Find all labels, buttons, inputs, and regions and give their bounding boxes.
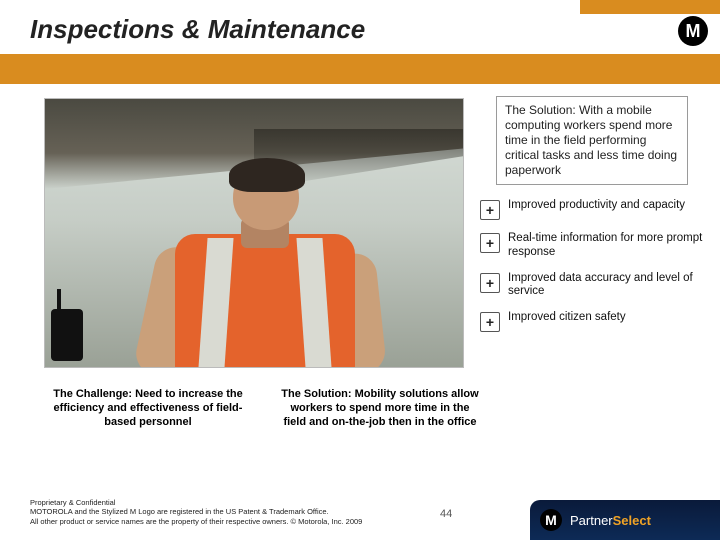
benefit-item: + Real-time information for more prompt … xyxy=(476,226,708,266)
accent-bar xyxy=(580,0,720,14)
plus-icon: + xyxy=(480,233,500,253)
plus-icon: + xyxy=(480,200,500,220)
title-underline xyxy=(0,54,720,84)
benefit-item: + Improved citizen safety xyxy=(476,305,708,338)
plus-icon: + xyxy=(480,312,500,332)
benefit-text: Improved data accuracy and level of serv… xyxy=(508,272,704,300)
slide-footer: Proprietary & Confidential MOTOROLA and … xyxy=(0,478,720,540)
challenge-box: The Challenge: Need to increase the effi… xyxy=(44,386,252,431)
partner-select-text: PartnerSelect xyxy=(570,513,651,528)
legal-line: All other product or service names are t… xyxy=(30,517,362,526)
select-word: Select xyxy=(613,513,651,528)
legal-line: Proprietary & Confidential xyxy=(30,498,362,507)
benefit-text: Real-time information for more prompt re… xyxy=(508,232,704,260)
legal-line: MOTOROLA and the Stylized M Logo are reg… xyxy=(30,507,362,516)
logo-glyph: M xyxy=(545,512,557,528)
bottom-callouts: The Challenge: Need to increase the effi… xyxy=(44,386,484,431)
slide-body: The Solution: With a mobile computing wo… xyxy=(0,92,720,452)
benefit-item: + Improved data accuracy and level of se… xyxy=(476,266,708,306)
logo-glyph: M xyxy=(686,21,701,42)
page-number: 44 xyxy=(440,508,452,520)
worker-hair xyxy=(229,158,305,192)
right-column: The Solution: With a mobile computing wo… xyxy=(476,92,708,338)
solution-box: The Solution: Mobility solutions allow w… xyxy=(276,386,484,431)
hero-image xyxy=(44,98,464,368)
partner-badge: M PartnerSelect xyxy=(530,500,720,540)
worker-vest xyxy=(175,234,355,368)
radio-icon xyxy=(51,309,83,361)
benefit-text: Improved citizen safety xyxy=(508,311,626,325)
benefit-text: Improved productivity and capacity xyxy=(508,199,685,213)
solution-summary-text: The Solution: With a mobile computing wo… xyxy=(505,103,679,178)
motorola-logo-icon: M xyxy=(540,509,562,531)
partner-word: Partner xyxy=(570,513,613,528)
hero-worker xyxy=(155,164,375,368)
benefit-item: + Improved productivity and capacity xyxy=(476,193,708,226)
motorola-logo-icon: M xyxy=(678,16,708,46)
plus-icon: + xyxy=(480,273,500,293)
legal-text: Proprietary & Confidential MOTOROLA and … xyxy=(30,498,362,526)
benefits-list: + Improved productivity and capacity + R… xyxy=(476,193,708,338)
solution-summary-box: The Solution: With a mobile computing wo… xyxy=(496,96,688,185)
slide-header: Inspections & Maintenance M xyxy=(0,0,720,70)
